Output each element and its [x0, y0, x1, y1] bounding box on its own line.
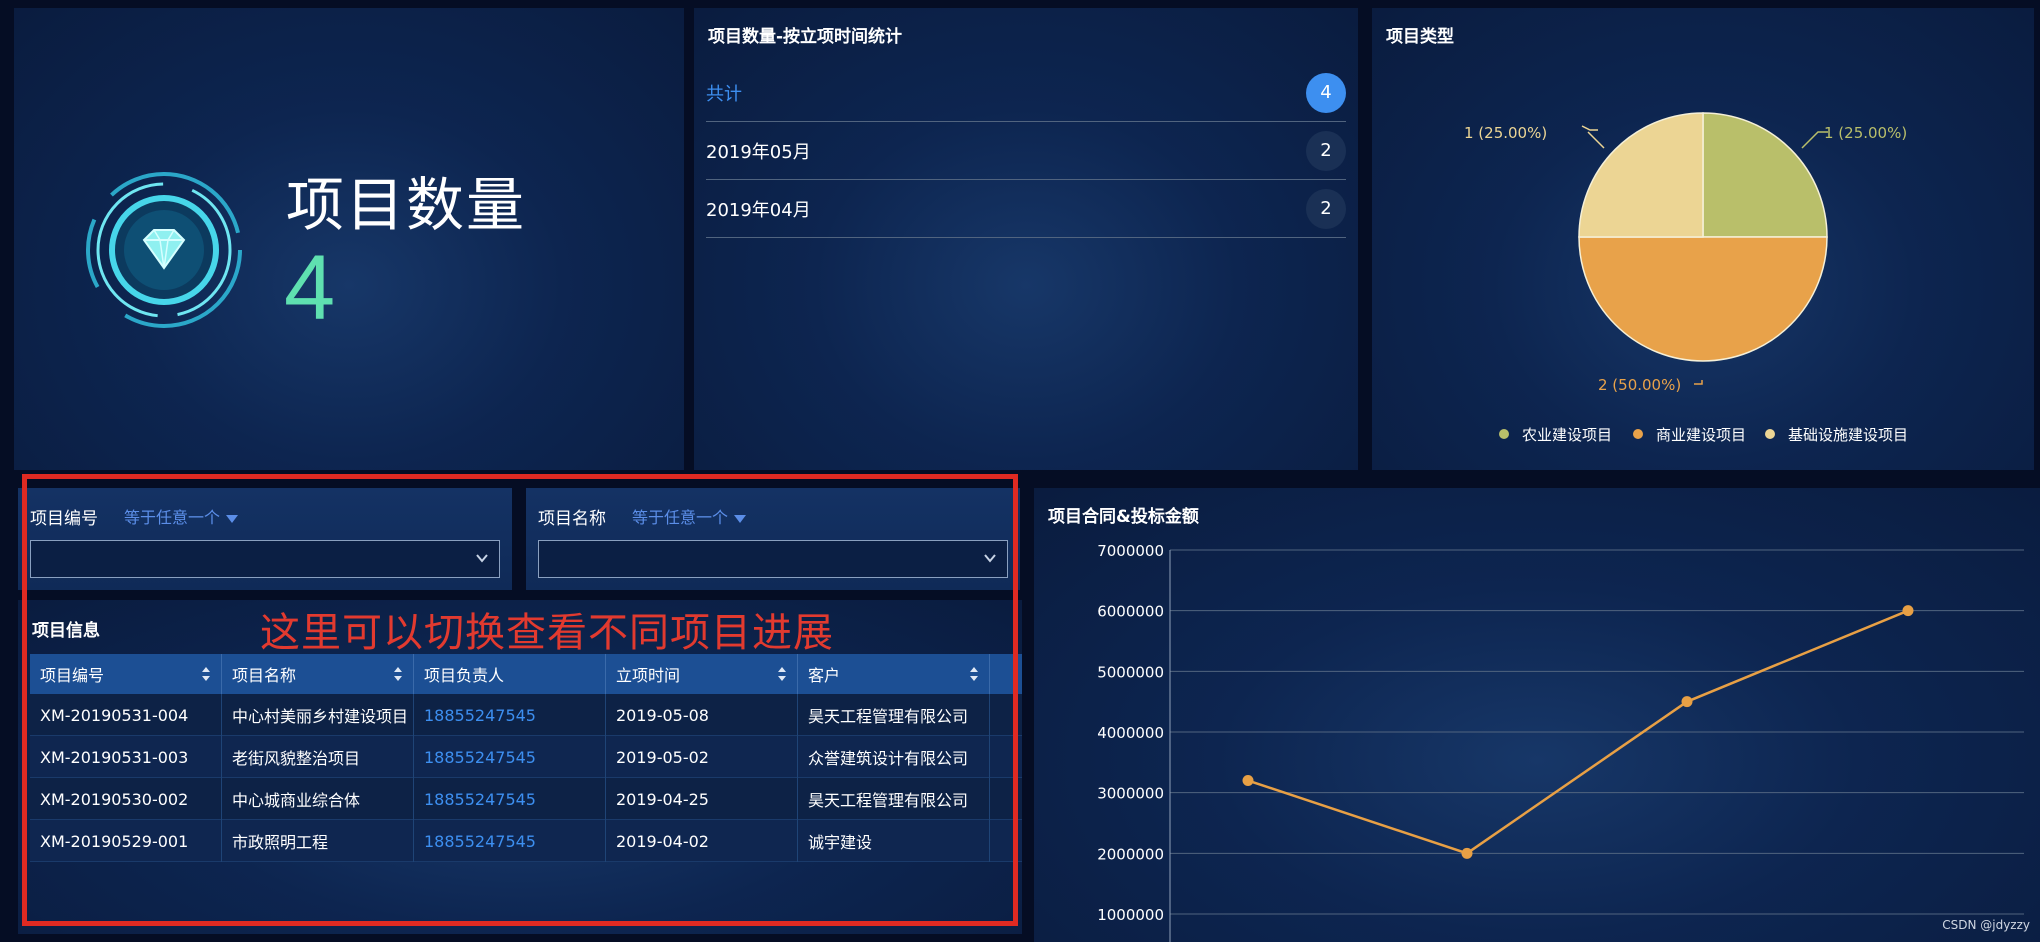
- y-tick-label: 3000000: [1097, 785, 1164, 803]
- date-row-total[interactable]: 共计 4: [706, 64, 1346, 122]
- pie-slice[interactable]: [1702, 112, 1828, 238]
- panel-title: 项目数量-按立项时间统计: [708, 27, 903, 47]
- y-tick-label: 2000000: [1097, 845, 1164, 863]
- legend-swatch: [1765, 429, 1775, 439]
- watermark: CSDN @jdyzzy: [1942, 918, 2030, 932]
- date-row[interactable]: 2019年04月 2: [706, 180, 1346, 238]
- data-point[interactable]: [1681, 696, 1693, 708]
- y-tick-label: 1000000: [1097, 906, 1164, 924]
- line-chart: 1000000 2000000 3000000 4000000 5000000 60000…: [1097, 542, 2024, 942]
- count-badge: 2: [1306, 130, 1346, 171]
- data-point[interactable]: [1242, 775, 1254, 787]
- project-count-panel: 项目数量 4: [14, 8, 684, 470]
- legend-item[interactable]: 基础设施建设项目: [1765, 426, 1908, 444]
- pie-slice[interactable]: [1578, 236, 1828, 362]
- data-point[interactable]: [1461, 847, 1473, 859]
- y-tick-label: 6000000: [1097, 603, 1164, 621]
- leader-line: [1581, 125, 1598, 131]
- pie-slice-label: 1 (25.00%): [1464, 124, 1547, 142]
- count-badge: 4: [1306, 72, 1346, 113]
- legend-label: 商业建设项目: [1656, 426, 1746, 444]
- date-row[interactable]: 2019年05月 2: [706, 122, 1346, 180]
- pie-slice-label: 2 (50.00%): [1598, 376, 1681, 394]
- leader-line: [1587, 131, 1605, 149]
- pie-slice[interactable]: [1578, 112, 1704, 238]
- date-row-label: 共计: [706, 83, 742, 105]
- pie-slice-label: 1 (25.00%): [1824, 124, 1907, 142]
- diamond-icon: [82, 168, 246, 332]
- count-badge: 2: [1306, 188, 1346, 229]
- data-point[interactable]: [1902, 605, 1914, 617]
- project-count-label: 项目数量: [286, 171, 527, 239]
- legend-label: 农业建设项目: [1522, 426, 1612, 444]
- y-tick-label: 7000000: [1097, 542, 1164, 560]
- project-type-panel: 项目类型 1 (25.00%) 1 (25.00%) 2 (50.00%) 农业…: [1372, 8, 2034, 470]
- y-tick-label: 5000000: [1097, 663, 1164, 681]
- pie-chart: 1 (25.00%) 1 (25.00%) 2 (50.00%) 农业建设项目 …: [1464, 112, 1908, 444]
- legend-label: 基础设施建设项目: [1788, 426, 1908, 444]
- legend-swatch: [1633, 429, 1643, 439]
- legend-swatch: [1499, 429, 1509, 439]
- y-tick-label: 4000000: [1097, 724, 1164, 742]
- legend-item[interactable]: 商业建设项目: [1633, 426, 1746, 444]
- leader-line: [1694, 380, 1703, 385]
- project-count-value: 4: [284, 237, 336, 339]
- project-count-by-date-panel: 项目数量-按立项时间统计 共计 4 2019年05月 2 2019年04月 2: [694, 8, 1358, 470]
- contract-amount-panel: 项目合同&投标金额 1000000 2000000 3000000 4000000 50…: [1034, 488, 2040, 942]
- date-row-label: 2019年05月: [706, 141, 811, 163]
- pie-legend: 农业建设项目 商业建设项目 基础设施建设项目: [1499, 426, 1908, 444]
- legend-item[interactable]: 农业建设项目: [1499, 426, 1612, 444]
- date-row-label: 2019年04月: [706, 199, 811, 221]
- annotation-highlight-box: [22, 474, 1018, 926]
